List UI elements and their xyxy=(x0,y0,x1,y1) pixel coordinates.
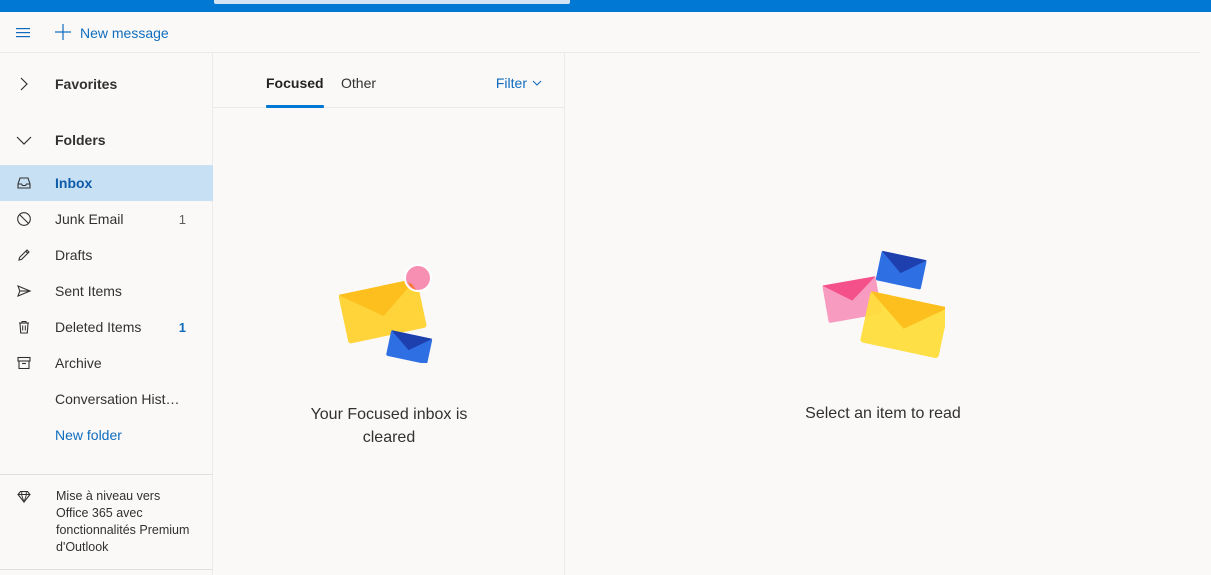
inbox-icon xyxy=(16,175,32,191)
new-folder-link[interactable]: New folder xyxy=(0,417,213,453)
new-message-label: New message xyxy=(80,25,169,41)
reading-pane-illustration xyxy=(820,249,949,364)
folder-junk-email[interactable]: Junk Email 1 xyxy=(0,201,213,237)
folder-drafts[interactable]: Drafts xyxy=(0,237,213,273)
empty-inbox-illustration xyxy=(338,258,438,364)
unread-count: 1 xyxy=(178,211,186,227)
folders-label: Folders xyxy=(55,132,106,148)
pencil-icon xyxy=(16,247,32,263)
folder-archive[interactable]: Archive xyxy=(0,345,213,381)
empty-line-1: Your Focused inbox is xyxy=(310,406,468,423)
upsell-text: Mise à niveau vers Office 365 avec fonct… xyxy=(56,489,190,554)
folder-label: Archive xyxy=(55,355,102,371)
folder-inbox[interactable]: Inbox xyxy=(0,165,213,201)
diamond-icon xyxy=(16,489,32,505)
message-list: Focused Other Filter Your Focused inbox … xyxy=(213,53,565,575)
folders-group[interactable]: Folders xyxy=(0,122,213,158)
send-icon xyxy=(16,283,32,299)
new-message-button[interactable]: New message xyxy=(54,22,169,44)
hamburger-icon[interactable] xyxy=(12,23,34,43)
folder-pane: Favorites Folders Inbox Junk Email 1 Dra… xyxy=(0,53,213,575)
reading-pane: Select an item to read xyxy=(565,53,1211,575)
folder-deleted-items[interactable]: Deleted Items 1 xyxy=(0,309,213,345)
empty-inbox-message: Your Focused inbox is cleared xyxy=(289,403,489,449)
chevron-down-icon xyxy=(532,75,542,91)
tab-focused[interactable]: Focused xyxy=(266,75,324,108)
folder-label: Conversation Hist… xyxy=(55,391,180,407)
command-bar: New message xyxy=(0,12,1200,53)
favorites-label: Favorites xyxy=(55,76,118,92)
plus-icon xyxy=(54,23,72,44)
tab-other[interactable]: Other xyxy=(341,75,376,108)
premium-upsell[interactable]: Mise à niveau vers Office 365 avec fonct… xyxy=(0,474,213,570)
blocked-icon xyxy=(16,211,32,227)
folder-conversation-history[interactable]: Conversation Hist… xyxy=(0,381,213,417)
inbox-pivot-bar: Focused Other Filter xyxy=(213,53,564,108)
folder-label: Inbox xyxy=(55,175,93,191)
chevron-right-icon xyxy=(16,76,32,92)
reading-pane-empty-message: Select an item to read xyxy=(805,405,961,422)
filter-button[interactable]: Filter xyxy=(496,75,542,91)
chevron-down-icon xyxy=(16,132,32,148)
folder-label: Deleted Items xyxy=(55,319,142,335)
empty-line-2: cleared xyxy=(362,429,416,446)
folder-label: Junk Email xyxy=(55,211,124,227)
trash-icon xyxy=(16,319,32,335)
new-folder-label: New folder xyxy=(55,427,122,443)
search-box[interactable] xyxy=(214,0,570,4)
folder-label: Drafts xyxy=(55,247,93,263)
favorites-group[interactable]: Favorites xyxy=(0,66,213,102)
archive-icon xyxy=(16,355,32,371)
folder-label: Sent Items xyxy=(55,283,122,299)
filter-label: Filter xyxy=(495,75,527,91)
folder-sent-items[interactable]: Sent Items xyxy=(0,273,213,309)
top-suite-bar xyxy=(0,0,1211,12)
unread-count: 1 xyxy=(178,319,186,335)
